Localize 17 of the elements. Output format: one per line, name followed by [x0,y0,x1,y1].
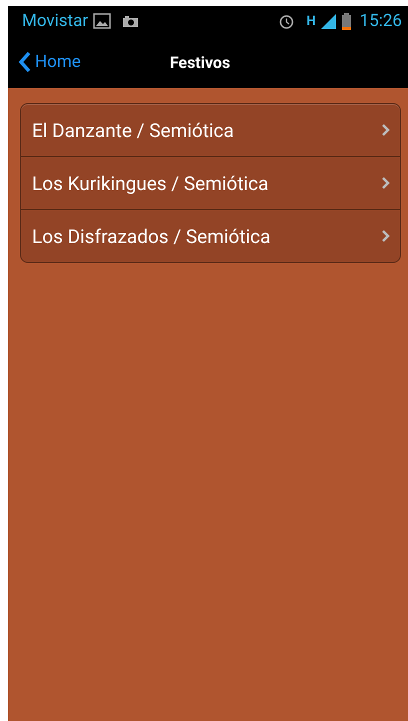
clock-time: 15:26 [360,11,402,31]
chevron-icon [381,177,390,189]
list-item[interactable]: Los Kurikingues / Semiótica [21,156,400,209]
battery-icon [342,12,351,30]
signal-icon [320,14,337,28]
page-title: Festivos [170,52,230,72]
chevron-icon [381,124,390,136]
list-item[interactable]: El Danzante / Semiótica [21,104,400,156]
camera-icon [122,14,140,28]
back-button[interactable]: Home [8,51,81,73]
back-chevron-icon [18,51,31,73]
image-icon [93,13,112,29]
chevron-icon [381,230,390,242]
network-type: H [306,14,316,28]
alarm-clock-icon [278,12,296,30]
carrier-name: Movistar [22,11,88,31]
list-item[interactable]: Los Disfrazados / Semiótica [21,209,400,262]
